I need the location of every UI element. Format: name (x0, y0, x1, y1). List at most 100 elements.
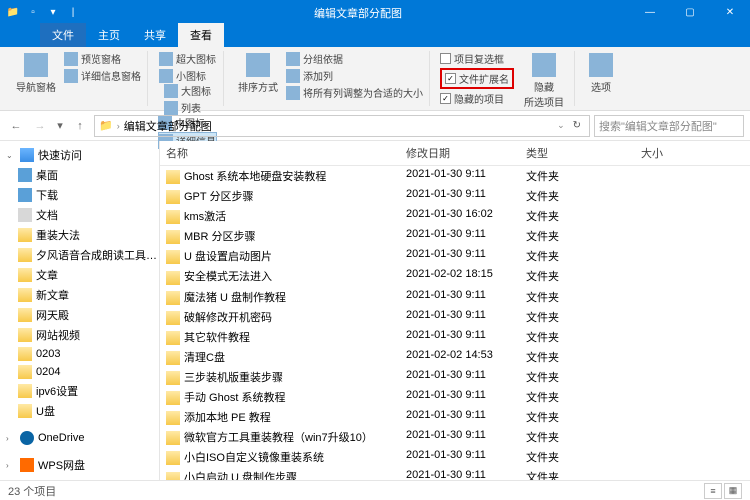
back-button[interactable]: ← (6, 116, 26, 136)
layout-small-icons[interactable]: 小图标 (159, 68, 216, 83)
file-date: 2021-01-30 9:11 (400, 247, 520, 265)
search-input[interactable]: 搜索"编辑文章部分配图" (594, 115, 744, 137)
file-row[interactable]: MBR 分区步骤2021-01-30 9:11文件夹 (160, 226, 750, 246)
sidebar-item[interactable]: 0204 (0, 363, 159, 381)
file-row[interactable]: 手动 Ghost 系统教程2021-01-30 9:11文件夹 (160, 387, 750, 407)
sidebar-item[interactable]: 新文章 (0, 285, 159, 305)
qat-down-icon[interactable]: ▾ (44, 4, 62, 22)
breadcrumb[interactable]: 📁 › 编辑文章部分配图 ⌄ ↻ (94, 115, 590, 137)
file-row[interactable]: Ghost 系统本地硬盘安装教程2021-01-30 9:11文件夹 (160, 166, 750, 186)
qat-item-icon[interactable]: ▫ (24, 4, 42, 22)
details-pane-button[interactable]: 详细信息窗格 (64, 68, 141, 83)
sidebar-item[interactable]: 重装大法 (0, 225, 159, 245)
breadcrumb-dropdown-icon[interactable]: ⌄ (557, 120, 565, 131)
details-pane-icon (64, 69, 78, 83)
sidebar-item[interactable]: ipv6设置 (0, 381, 159, 401)
hidden-items-toggle[interactable]: 隐藏的项目 (440, 91, 514, 106)
sidebar-item[interactable]: U盘 (0, 401, 159, 421)
sidebar-item[interactable]: 桌面 (0, 165, 159, 185)
dl-icon (18, 188, 32, 202)
options-button[interactable]: 选项 (585, 51, 617, 96)
content-area: ⌄快速访问 桌面下载文档重装大法夕风语音合成朗读工具…文章新文章网天殿网站视频0… (0, 141, 750, 481)
maximize-button[interactable]: ▢ (670, 0, 710, 25)
up-button[interactable]: ↑ (70, 116, 90, 136)
view-icons-button[interactable]: ▦ (724, 483, 742, 499)
tab-view[interactable]: 查看 (178, 23, 224, 47)
minimize-button[interactable]: — (630, 0, 670, 25)
nav-pane-button[interactable]: 导航窗格 (12, 51, 60, 96)
search-placeholder: 搜索"编辑文章部分配图" (599, 118, 717, 134)
col-size[interactable]: 大小 (600, 141, 670, 165)
file-size (600, 308, 670, 326)
sidebar-wps[interactable]: ›WPS网盘 (0, 455, 159, 475)
item-checkboxes-toggle[interactable]: 项目复选框 (440, 51, 514, 66)
file-row[interactable]: GPT 分区步骤2021-01-30 9:11文件夹 (160, 186, 750, 206)
folder-icon (166, 230, 180, 244)
sidebar-item[interactable]: 文档 (0, 205, 159, 225)
col-date[interactable]: 修改日期 (400, 141, 520, 165)
qat-sep: | (64, 4, 82, 22)
layout-large-icons[interactable]: 大图标 (164, 83, 211, 98)
file-name: 三步装机版重装步骤 (184, 372, 283, 384)
file-row[interactable]: 三步装机版重装步骤2021-01-30 9:11文件夹 (160, 367, 750, 387)
refresh-button[interactable]: ↻ (569, 120, 585, 131)
recent-dropdown[interactable]: ▾ (54, 116, 66, 136)
file-row[interactable]: 其它软件教程2021-01-30 9:11文件夹 (160, 327, 750, 347)
file-date: 2021-01-30 9:11 (400, 328, 520, 346)
file-size (600, 448, 670, 466)
folder-icon (166, 351, 180, 365)
tab-share[interactable]: 共享 (132, 23, 178, 47)
chevron-right-icon: › (6, 461, 16, 470)
layout-xl-icons[interactable]: 超大图标 (159, 51, 216, 66)
sidebar-onedrive[interactable]: ›OneDrive (0, 429, 159, 447)
star-icon (20, 148, 34, 162)
layout-list[interactable]: 列表 (164, 100, 211, 115)
file-row[interactable]: U 盘设置启动图片2021-01-30 9:11文件夹 (160, 246, 750, 266)
breadcrumb-item[interactable]: 编辑文章部分配图 (124, 118, 212, 134)
item-count: 23 个项目 (8, 483, 56, 499)
file-name: 添加本地 PE 教程 (184, 412, 271, 424)
sidebar-item[interactable]: 文章 (0, 265, 159, 285)
forward-button[interactable]: → (30, 116, 50, 136)
col-name[interactable]: 名称 (160, 141, 400, 165)
col-type[interactable]: 类型 (520, 141, 600, 165)
sidebar-item[interactable]: 网站视频 (0, 325, 159, 345)
close-button[interactable]: ✕ (710, 0, 750, 25)
add-columns-button[interactable]: 添加列 (286, 68, 423, 83)
preview-pane-button[interactable]: 预览窗格 (64, 51, 141, 66)
file-row[interactable]: 清理C盘2021-02-02 14:53文件夹 (160, 347, 750, 367)
sidebar-item[interactable]: 下载 (0, 185, 159, 205)
folder-icon: 📁 (99, 119, 113, 132)
sidebar-item[interactable]: 0203 (0, 345, 159, 363)
sidebar-item[interactable]: 网天殿 (0, 305, 159, 325)
file-row[interactable]: 添加本地 PE 教程2021-01-30 9:11文件夹 (160, 407, 750, 427)
folder-icon (166, 331, 180, 345)
file-name: MBR 分区步骤 (184, 231, 256, 243)
file-name: 破解修改开机密码 (184, 312, 272, 324)
file-row[interactable]: 安全模式无法进入2021-02-02 18:15文件夹 (160, 266, 750, 286)
sort-by-button[interactable]: 排序方式 (234, 51, 282, 100)
file-row[interactable]: 小白ISO自定义镜像重装系统2021-01-30 9:11文件夹 (160, 447, 750, 467)
group-by-button[interactable]: 分组依据 (286, 51, 423, 66)
sidebar-quick-access[interactable]: ⌄快速访问 (0, 145, 159, 165)
file-row[interactable]: 魔法猪 U 盘制作教程2021-01-30 9:11文件夹 (160, 287, 750, 307)
status-bar: 23 个项目 ≡ ▦ (0, 480, 750, 500)
file-row[interactable]: kms激活2021-01-30 16:02文件夹 (160, 206, 750, 226)
file-row[interactable]: 微软官方工具重装教程（win7升级10）2021-01-30 9:11文件夹 (160, 427, 750, 447)
ribbon-group-current: 排序方式 分组依据 添加列 将所有列调整为合适的大小 (228, 51, 430, 106)
file-row[interactable]: 小白启动 U 盘制作步骤2021-01-30 9:11文件夹 (160, 467, 750, 481)
file-size (600, 348, 670, 366)
sidebar-item[interactable]: 夕风语音合成朗读工具… (0, 245, 159, 265)
view-details-button[interactable]: ≡ (704, 483, 722, 499)
chevron-right-icon: › (117, 121, 120, 131)
tab-home[interactable]: 主页 (86, 23, 132, 47)
file-name: Ghost 系统本地硬盘安装教程 (184, 171, 326, 183)
file-ext-toggle[interactable]: 文件扩展名 (440, 68, 514, 89)
tab-file[interactable]: 文件 (40, 23, 86, 47)
file-row[interactable]: 破解修改开机密码2021-01-30 9:11文件夹 (160, 307, 750, 327)
file-list: 名称 修改日期 类型 大小 Ghost 系统本地硬盘安装教程2021-01-30… (160, 141, 750, 481)
hide-selected-button[interactable]: 隐藏 所选项目 (520, 51, 568, 111)
size-columns-button[interactable]: 将所有列调整为合适的大小 (286, 85, 423, 100)
add-columns-icon (286, 69, 300, 83)
navigation-sidebar: ⌄快速访问 桌面下载文档重装大法夕风语音合成朗读工具…文章新文章网天殿网站视频0… (0, 141, 160, 481)
